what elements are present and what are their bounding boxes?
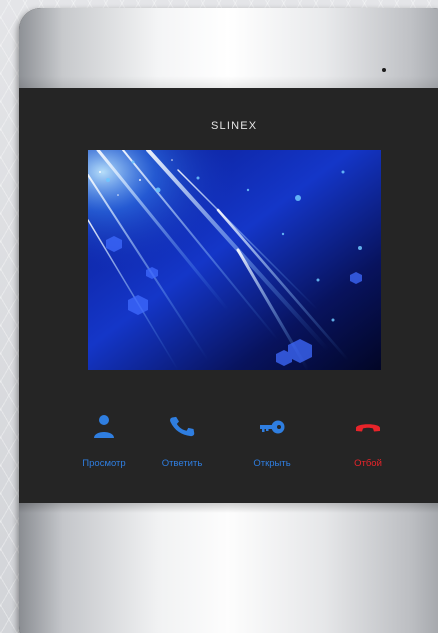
front-panel: SLINEX Просмотр Ответить Открыть Отбой bbox=[19, 88, 438, 503]
hangup-button-label: Отбой bbox=[354, 458, 382, 469]
bottom-metal-cap bbox=[19, 503, 438, 633]
intercom-monitor: SLINEX Просмотр Ответить Открыть Отбой bbox=[19, 8, 438, 633]
phone-hangup-icon bbox=[356, 424, 380, 432]
top-metal-cap bbox=[19, 8, 438, 88]
video-screen bbox=[88, 150, 381, 370]
hangup-button[interactable]: Отбой bbox=[331, 413, 405, 473]
key-icon bbox=[260, 420, 285, 434]
view-button[interactable]: Просмотр bbox=[67, 413, 141, 473]
view-button-label: Просмотр bbox=[82, 458, 126, 469]
person-icon bbox=[94, 415, 114, 438]
brand-logo: SLINEX bbox=[211, 120, 258, 132]
answer-button-label: Ответить bbox=[161, 458, 203, 469]
light-sensor bbox=[382, 68, 386, 72]
answer-button[interactable]: Ответить bbox=[145, 413, 219, 473]
control-buttons: Просмотр Ответить Открыть Отбой bbox=[19, 413, 438, 483]
open-button-label: Открыть bbox=[253, 458, 291, 469]
screen-wallpaper bbox=[88, 150, 381, 370]
background: SLINEX Просмотр Ответить Открыть Отбой bbox=[0, 0, 438, 633]
open-button[interactable]: Открыть bbox=[235, 413, 309, 473]
phone-answer-icon bbox=[170, 416, 195, 437]
